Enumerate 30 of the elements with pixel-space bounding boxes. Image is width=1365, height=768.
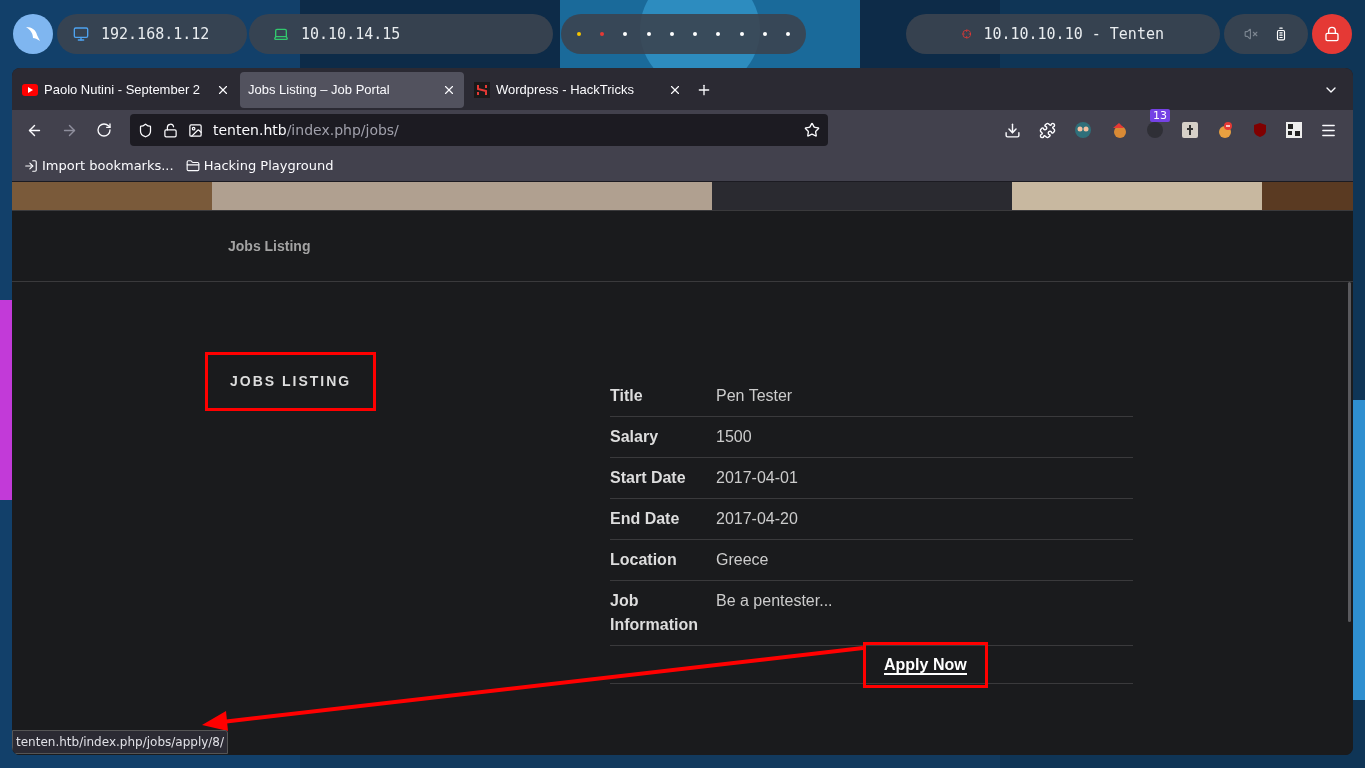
detail-value: Greece [716,550,769,570]
apply-link[interactable]: Apply Now [884,655,967,675]
detail-value: 2017-04-01 [716,468,798,488]
browser-tab[interactable]: Paolo Nutini - September 2 [14,72,238,108]
browser-tab[interactable]: Jobs Listing – Job Portal [240,72,464,108]
detail-label: Salary [610,427,660,447]
detail-value: 2017-04-20 [716,509,798,529]
section-heading: JOBS LISTING [230,372,352,391]
detail-label: End Date [610,509,681,529]
detail-label: Location [610,550,678,570]
tab-title: Wordpress - HackTricks [496,81,635,100]
nav-link[interactable]: Jobs Listing [228,235,311,257]
status-url: tenten.htb/index.php/jobs/apply/8/ [12,730,229,754]
tab-title: Paolo Nutini - September 2 [44,81,202,100]
url-field[interactable]: tenten.htb/index.php/jobs/ [130,114,828,146]
browser-tab[interactable]: Wordpress - HackTricks [466,72,690,108]
detail-value: 1500 [716,427,752,447]
url-text: tenten.htb/index.php/jobs/ [213,120,400,140]
detail-value: Pen Tester [716,386,793,406]
detail-label: Title [610,386,644,406]
detail-label: Start Date [610,468,687,488]
vpn-ip: 10.10.14.15 [301,23,401,45]
detail-label: Job Information [610,591,699,635]
notification-badge: 13 [1150,109,1170,122]
host-ip: 192.168.1.12 [101,23,210,45]
target-label: 10.10.10.10 - Tenten [983,23,1164,45]
detail-value: Be a pentester... [716,591,833,611]
bookmark-item[interactable]: Import bookmarks... [24,155,174,176]
tab-title: Jobs Listing – Job Portal [248,81,391,100]
bookmark-item[interactable]: Hacking Playground [185,155,334,176]
